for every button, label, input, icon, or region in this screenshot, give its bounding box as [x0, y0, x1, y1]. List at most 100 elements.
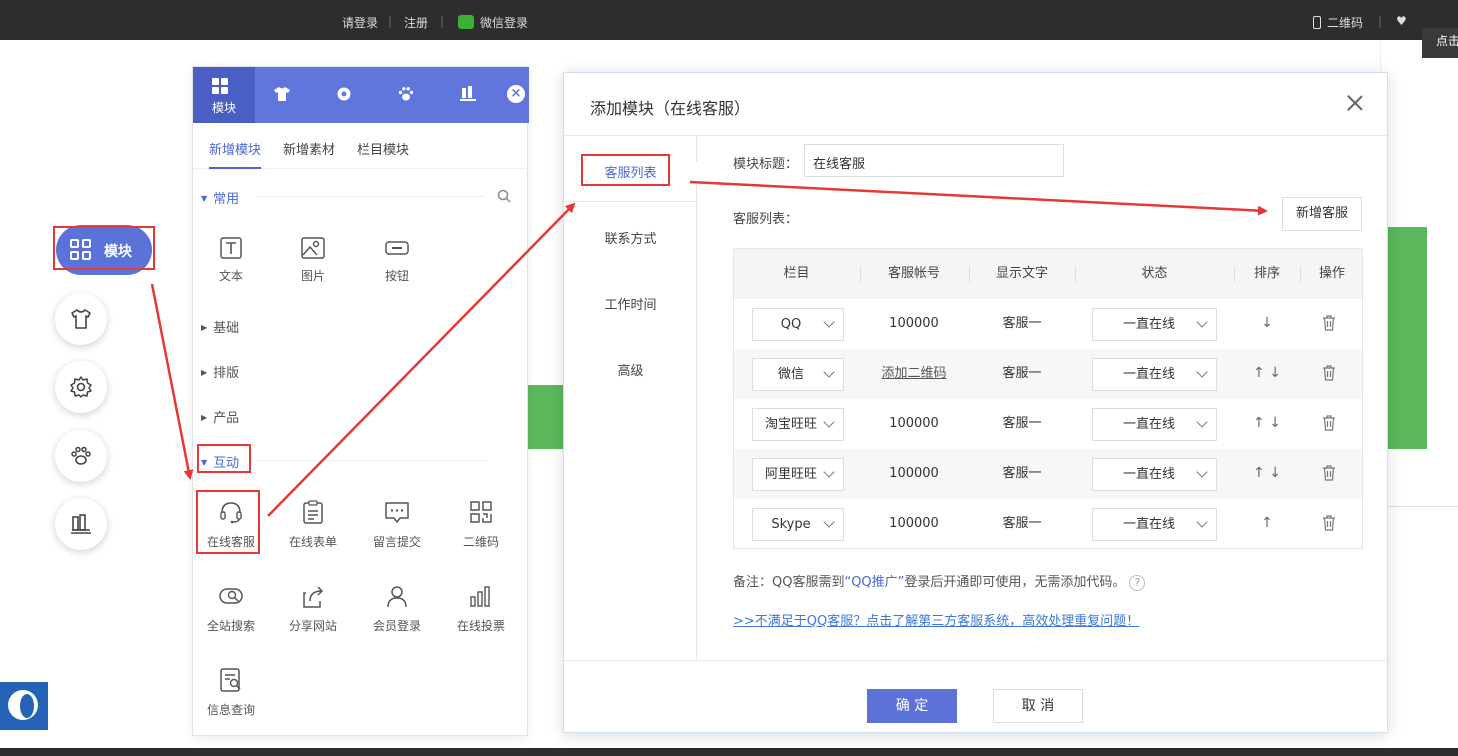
chevron-down-icon: [823, 516, 835, 528]
highlight-box: [197, 444, 251, 473]
login-link[interactable]: 请登录: [342, 14, 378, 31]
tool-vote[interactable]: 在线投票: [443, 583, 519, 634]
help-icon[interactable]: ?: [1129, 575, 1146, 591]
trash-icon[interactable]: [1322, 515, 1336, 531]
note-prefix: 备注：QQ客服需到: [733, 575, 845, 590]
chevron-down-icon: [823, 366, 835, 378]
library-fab-button[interactable]: [55, 498, 107, 550]
tool-image[interactable]: 图片: [275, 237, 351, 284]
trash-icon[interactable]: [1322, 465, 1336, 481]
type-select[interactable]: 微信: [752, 358, 844, 391]
table-row: Skype 100000 客服一 一直在线 ↑: [734, 499, 1362, 549]
wechat-icon: [458, 15, 474, 29]
trash-icon[interactable]: [1322, 315, 1336, 331]
panel-subtabs: 新增模块 新增素材 栏目模块: [193, 123, 529, 169]
subtab-add-material[interactable]: 新增素材: [283, 139, 335, 158]
tab-module[interactable]: 模块: [193, 67, 255, 123]
status-select[interactable]: 一直在线: [1092, 408, 1217, 441]
status-select[interactable]: 一直在线: [1092, 358, 1217, 391]
panel-close-button[interactable]: ×: [507, 85, 525, 103]
text-icon: [220, 237, 242, 259]
display-text-cell: 客服一: [1002, 366, 1042, 381]
section-common[interactable]: ▼ 常用: [201, 188, 239, 207]
theme-fab-button[interactable]: [55, 293, 107, 345]
status-select[interactable]: 一直在线: [1092, 508, 1217, 541]
subtab-column-module[interactable]: 栏目模块: [357, 139, 409, 158]
chevron-down-icon: [1196, 316, 1208, 328]
type-select[interactable]: 淘宝旺旺: [752, 408, 844, 441]
sort-arrows[interactable]: ↑ ↓: [1235, 449, 1299, 499]
tab-settings[interactable]: [317, 67, 379, 123]
qrcode-link[interactable]: 二维码: [1313, 14, 1363, 31]
module-title-input[interactable]: 在线客服: [804, 144, 1064, 177]
search-box-icon: [219, 588, 243, 604]
section-basic-label: 基础: [213, 321, 240, 336]
favorite-link[interactable]: ♥: [1396, 14, 1411, 28]
close-icon[interactable]: [1347, 95, 1363, 111]
tool-online-form[interactable]: 在线表单: [275, 499, 351, 550]
tool-share[interactable]: 分享网站: [275, 583, 351, 634]
tool-member-login[interactable]: 会员登录: [359, 583, 435, 634]
tool-message-label: 留言提交: [372, 535, 421, 549]
tool-button[interactable]: 按钮: [359, 237, 435, 284]
register-link[interactable]: 注册: [404, 14, 428, 31]
sort-arrows[interactable]: ↑ ↓: [1235, 399, 1299, 449]
type-select[interactable]: Skype: [752, 508, 844, 541]
account-cell: 100000: [889, 316, 939, 331]
tab-theme[interactable]: [255, 67, 317, 123]
status-select-value: 一直在线: [1123, 367, 1176, 382]
status-select-value: 一直在线: [1123, 467, 1176, 482]
heart-icon: ♥: [1396, 14, 1407, 28]
status-select-value: 一直在线: [1123, 317, 1176, 332]
background-banner: [1388, 227, 1427, 449]
wechat-login-link[interactable]: 微信登录: [458, 14, 528, 31]
section-layout[interactable]: ▶ 排版: [201, 362, 239, 381]
type-select[interactable]: 阿里旺旺: [752, 458, 844, 491]
qq-promo-link[interactable]: “QQ推广”: [844, 575, 904, 590]
type-select-value: 淘宝旺旺: [764, 417, 817, 432]
tab-library[interactable]: [441, 67, 503, 123]
trash-icon[interactable]: [1322, 415, 1336, 431]
section-product[interactable]: ▶ 产品: [201, 407, 239, 426]
chevron-down-icon: [1196, 366, 1208, 378]
display-text-cell: 客服一: [1002, 466, 1042, 481]
account-cell: 100000: [889, 416, 939, 431]
divider: |: [440, 14, 445, 28]
settings-fab-button[interactable]: [55, 361, 107, 413]
add-service-button[interactable]: 新增客服: [1282, 197, 1362, 231]
add-qrcode-link[interactable]: 添加二维码: [881, 366, 946, 381]
sort-arrows[interactable]: ↑ ↓: [1235, 349, 1299, 399]
tool-info-query[interactable]: 信息查询: [193, 667, 269, 718]
type-select[interactable]: QQ: [752, 308, 844, 341]
tool-site-search[interactable]: 全站搜索: [193, 583, 269, 634]
tab-pet[interactable]: [379, 67, 441, 123]
brand-logo[interactable]: [0, 682, 48, 730]
corner-tip[interactable]: 点击: [1422, 28, 1458, 58]
side-tab-advanced[interactable]: 高级: [564, 360, 697, 379]
section-basic[interactable]: ▶ 基础: [201, 317, 239, 336]
third-party-service-link[interactable]: >>不满足于QQ客服？点击了解第三方客服系统，高效处理重复问题！: [733, 610, 1139, 629]
shirt-icon: [274, 87, 290, 101]
chevron-down-icon: [1196, 466, 1208, 478]
caret-right-icon: ▶: [201, 323, 208, 332]
side-tab-contact[interactable]: 联系方式: [564, 228, 697, 247]
cancel-button[interactable]: 取 消: [993, 689, 1083, 723]
subtab-add-module[interactable]: 新增模块: [209, 139, 262, 169]
tool-text[interactable]: 文本: [193, 237, 269, 284]
highlight-box: [53, 226, 155, 270]
divider: [1388, 506, 1458, 507]
sort-arrows[interactable]: ↑: [1235, 499, 1299, 549]
confirm-button[interactable]: 确 定: [867, 689, 957, 723]
trash-icon[interactable]: [1322, 365, 1336, 381]
side-tab-work-hours[interactable]: 工作时间: [564, 294, 697, 313]
tool-button-label: 按钮: [384, 269, 409, 283]
status-select[interactable]: 一直在线: [1092, 458, 1217, 491]
tool-message[interactable]: 留言提交: [359, 499, 435, 550]
pet-fab-button[interactable]: [55, 430, 107, 482]
sort-arrows[interactable]: ↓: [1235, 299, 1299, 349]
account-cell[interactable]: 添加二维码: [861, 349, 967, 399]
top-bar: 请登录 | 注册 | 微信登录 二维码 | ♥: [0, 0, 1458, 40]
search-icon[interactable]: [497, 189, 511, 203]
status-select[interactable]: 一直在线: [1092, 308, 1217, 341]
tool-qrcode[interactable]: 二维码: [443, 499, 519, 550]
